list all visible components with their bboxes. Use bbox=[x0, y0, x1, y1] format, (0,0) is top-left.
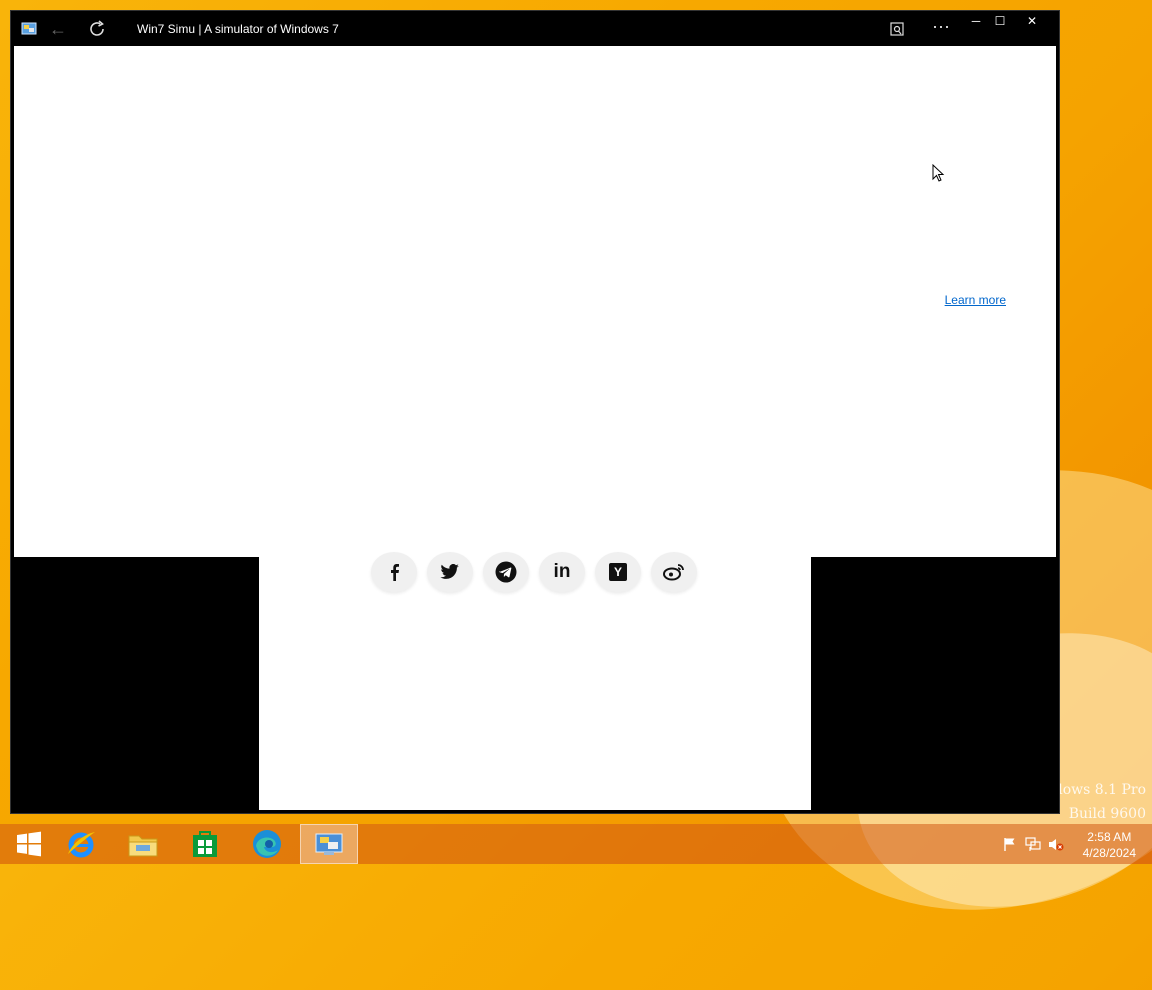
internet-explorer-taskbar-button[interactable] bbox=[52, 824, 110, 864]
edge-taskbar-button[interactable] bbox=[238, 824, 296, 864]
facebook-share-button[interactable] bbox=[371, 552, 417, 592]
telegram-share-button[interactable] bbox=[483, 552, 529, 592]
cast-icon[interactable] bbox=[889, 21, 905, 37]
telegram-icon bbox=[495, 561, 517, 583]
taskbar: 2:58 AM 4/28/2024 bbox=[0, 824, 1152, 864]
app-window: ← Win7 Simu | A simulator of Windows 7 ⋯… bbox=[10, 10, 1060, 814]
hackernews-icon: Y bbox=[609, 563, 627, 581]
mouse-cursor-icon bbox=[932, 164, 945, 182]
file-explorer-taskbar-button[interactable] bbox=[114, 824, 172, 864]
hackernews-share-button[interactable]: Y bbox=[595, 552, 641, 592]
volume-muted-icon[interactable] bbox=[1048, 836, 1064, 852]
web-content: Learn more bbox=[14, 46, 1056, 557]
internet-explorer-icon bbox=[68, 832, 95, 858]
window-title: Win7 Simu | A simulator of Windows 7 bbox=[137, 22, 339, 36]
start-button[interactable] bbox=[0, 824, 58, 864]
windows-logo-icon bbox=[17, 831, 41, 857]
folder-icon bbox=[128, 835, 158, 857]
back-button[interactable]: ← bbox=[47, 19, 69, 39]
app-icon bbox=[21, 22, 37, 35]
store-taskbar-button[interactable] bbox=[176, 824, 234, 864]
title-bar[interactable]: ← Win7 Simu | A simulator of Windows 7 ⋯… bbox=[11, 11, 1059, 47]
action-center-flag-icon[interactable] bbox=[1002, 836, 1018, 852]
win7simu-taskbar-button[interactable] bbox=[300, 824, 358, 864]
clock-time: 2:58 AM bbox=[1087, 830, 1132, 844]
os-watermark-edition: dows 8.1 Pro bbox=[1053, 782, 1146, 798]
facebook-icon bbox=[391, 564, 399, 581]
weibo-share-button[interactable] bbox=[651, 552, 697, 592]
learn-more-link[interactable]: Learn more bbox=[945, 293, 1006, 307]
maximize-button[interactable]: ☐ bbox=[986, 13, 1014, 29]
os-watermark-build: Build 9600 bbox=[1068, 806, 1146, 822]
edge-browser-icon bbox=[253, 830, 281, 858]
more-options-icon[interactable]: ⋯ bbox=[932, 17, 950, 38]
store-icon bbox=[193, 831, 217, 857]
weibo-icon bbox=[663, 564, 684, 581]
linkedin-share-button[interactable]: in bbox=[539, 552, 585, 592]
win7simu-app-icon bbox=[315, 833, 343, 855]
clock-date: 4/28/2024 bbox=[1082, 846, 1136, 860]
linkedin-icon: in bbox=[553, 561, 571, 582]
network-icon[interactable] bbox=[1025, 836, 1041, 852]
twitter-icon bbox=[440, 564, 459, 579]
twitter-share-button[interactable] bbox=[427, 552, 473, 592]
close-button[interactable]: ✕ bbox=[1018, 13, 1046, 29]
share-panel: in Y bbox=[259, 552, 811, 810]
system-clock[interactable]: 2:58 AM 4/28/2024 bbox=[1083, 829, 1136, 861]
refresh-button[interactable] bbox=[87, 19, 109, 39]
